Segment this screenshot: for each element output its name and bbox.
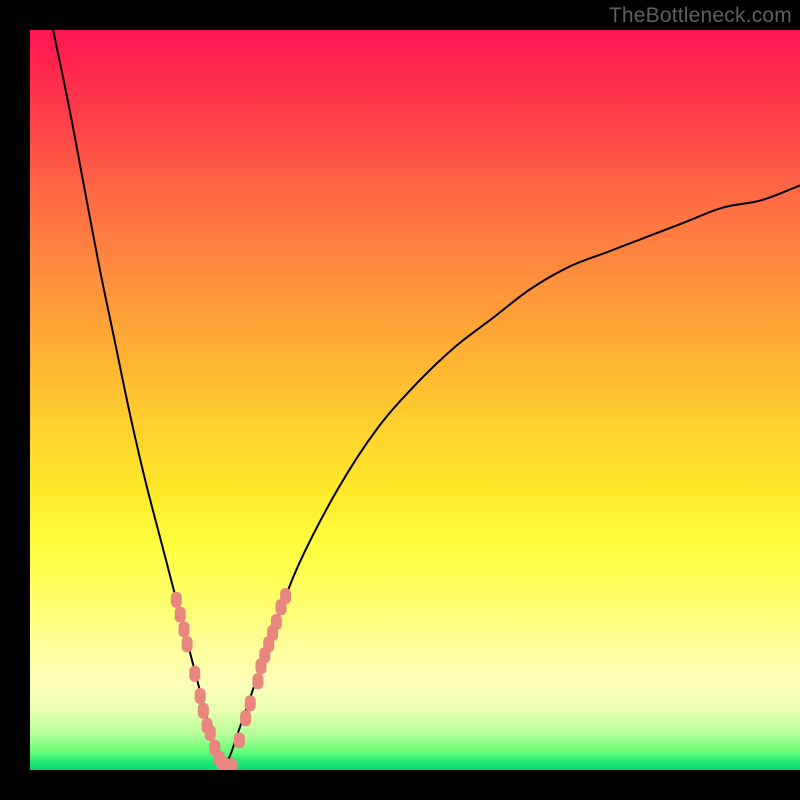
data-marker xyxy=(189,666,200,682)
data-marker xyxy=(175,607,186,623)
data-marker xyxy=(234,732,245,748)
marker-group xyxy=(171,588,291,770)
curve-left-branch xyxy=(53,30,222,770)
plot-area xyxy=(30,30,800,770)
watermark-text: TheBottleneck.com xyxy=(609,4,792,28)
data-marker xyxy=(226,758,237,770)
curve-right-branch xyxy=(223,185,800,770)
data-marker xyxy=(240,710,251,726)
data-marker xyxy=(252,673,263,689)
data-marker xyxy=(182,636,193,652)
chart-frame: TheBottleneck.com xyxy=(0,0,800,800)
data-marker xyxy=(280,588,291,604)
data-marker xyxy=(271,614,282,630)
data-marker xyxy=(195,688,206,704)
curve-layer xyxy=(30,30,800,770)
data-marker xyxy=(179,621,190,637)
data-marker xyxy=(198,703,209,719)
data-marker xyxy=(245,695,256,711)
data-marker xyxy=(205,725,216,741)
data-marker xyxy=(171,592,182,608)
